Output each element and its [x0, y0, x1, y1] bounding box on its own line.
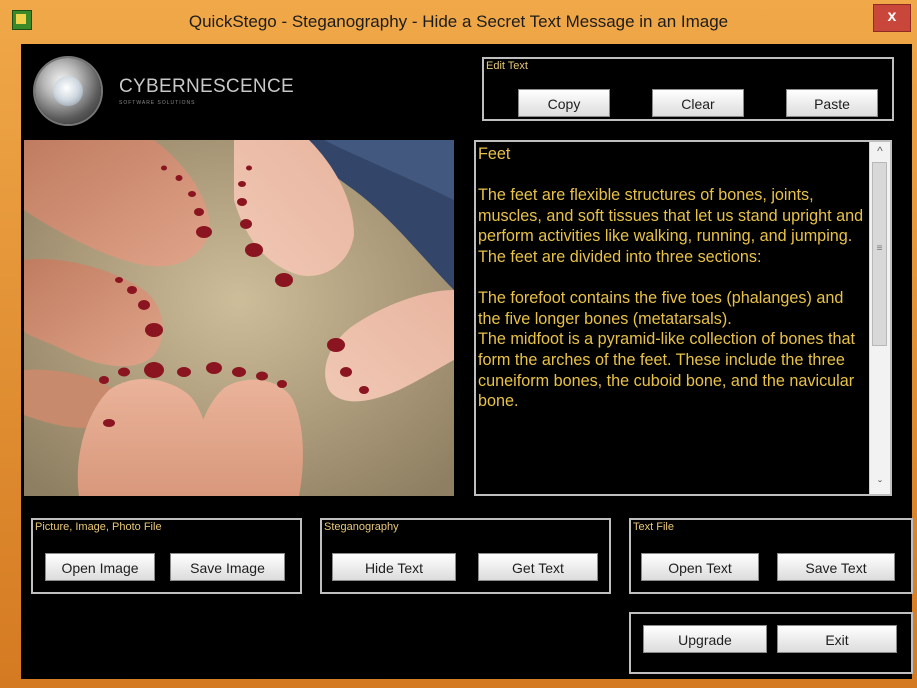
- message-paragraph-2: The forefoot contains the five toes (pha…: [478, 289, 844, 328]
- edit-text-group: Edit Text Copy Clear Paste: [482, 57, 894, 121]
- brand-name: CYBERNESCENCE: [119, 76, 294, 97]
- vertical-scrollbar[interactable]: ^ ≡ ˇ: [869, 142, 890, 494]
- get-text-button[interactable]: Get Text: [478, 553, 598, 581]
- message-title: Feet: [478, 145, 511, 163]
- steganography-label: Steganography: [324, 521, 399, 533]
- exit-button[interactable]: Exit: [777, 625, 897, 653]
- message-text[interactable]: Feet The feet are flexible structures of…: [478, 144, 870, 490]
- message-textbox[interactable]: Feet The feet are flexible structures of…: [474, 140, 892, 496]
- bottom-group: Upgrade Exit: [629, 612, 913, 674]
- upgrade-button[interactable]: Upgrade: [643, 625, 767, 653]
- text-file-group: Text File Open Text Save Text: [629, 518, 913, 594]
- scroll-up-icon[interactable]: ^: [870, 142, 890, 160]
- paste-button[interactable]: Paste: [786, 89, 878, 117]
- scroll-down-icon[interactable]: ˇ: [870, 476, 890, 494]
- picture-file-group: Picture, Image, Photo File Open Image Sa…: [31, 518, 302, 594]
- close-button[interactable]: x: [873, 4, 911, 32]
- scroll-thumb[interactable]: ≡: [872, 162, 887, 346]
- client-area: CYBERNESCENCE SOFTWARE SOLUTIONS Edit Te…: [21, 44, 913, 679]
- steganography-group: Steganography Hide Text Get Text: [320, 518, 611, 594]
- edit-text-label: Edit Text: [486, 60, 528, 72]
- copy-button[interactable]: Copy: [518, 89, 610, 117]
- clear-button[interactable]: Clear: [652, 89, 744, 117]
- cover-image: [24, 140, 454, 496]
- logo-icon: [35, 58, 101, 124]
- brand-tagline: SOFTWARE SOLUTIONS: [119, 100, 196, 106]
- grip-icon: ≡: [876, 243, 883, 254]
- app-window: QuickStego - Steganography - Hide a Secr…: [0, 0, 917, 688]
- save-text-button[interactable]: Save Text: [777, 553, 895, 581]
- message-paragraph-1: The feet are flexible structures of bone…: [478, 186, 864, 266]
- open-image-button[interactable]: Open Image: [45, 553, 155, 581]
- feet-photo: [24, 140, 454, 496]
- open-text-button[interactable]: Open Text: [641, 553, 759, 581]
- picture-file-label: Picture, Image, Photo File: [35, 521, 162, 533]
- window-title: QuickStego - Steganography - Hide a Secr…: [188, 12, 729, 31]
- hide-text-button[interactable]: Hide Text: [332, 553, 456, 581]
- text-file-label: Text File: [633, 521, 674, 533]
- save-image-button[interactable]: Save Image: [170, 553, 285, 581]
- logo-icon-inner: [53, 76, 83, 106]
- title-bar[interactable]: QuickStego - Steganography - Hide a Secr…: [0, 0, 917, 44]
- message-paragraph-3: The midfoot is a pyramid-like collection…: [478, 330, 855, 411]
